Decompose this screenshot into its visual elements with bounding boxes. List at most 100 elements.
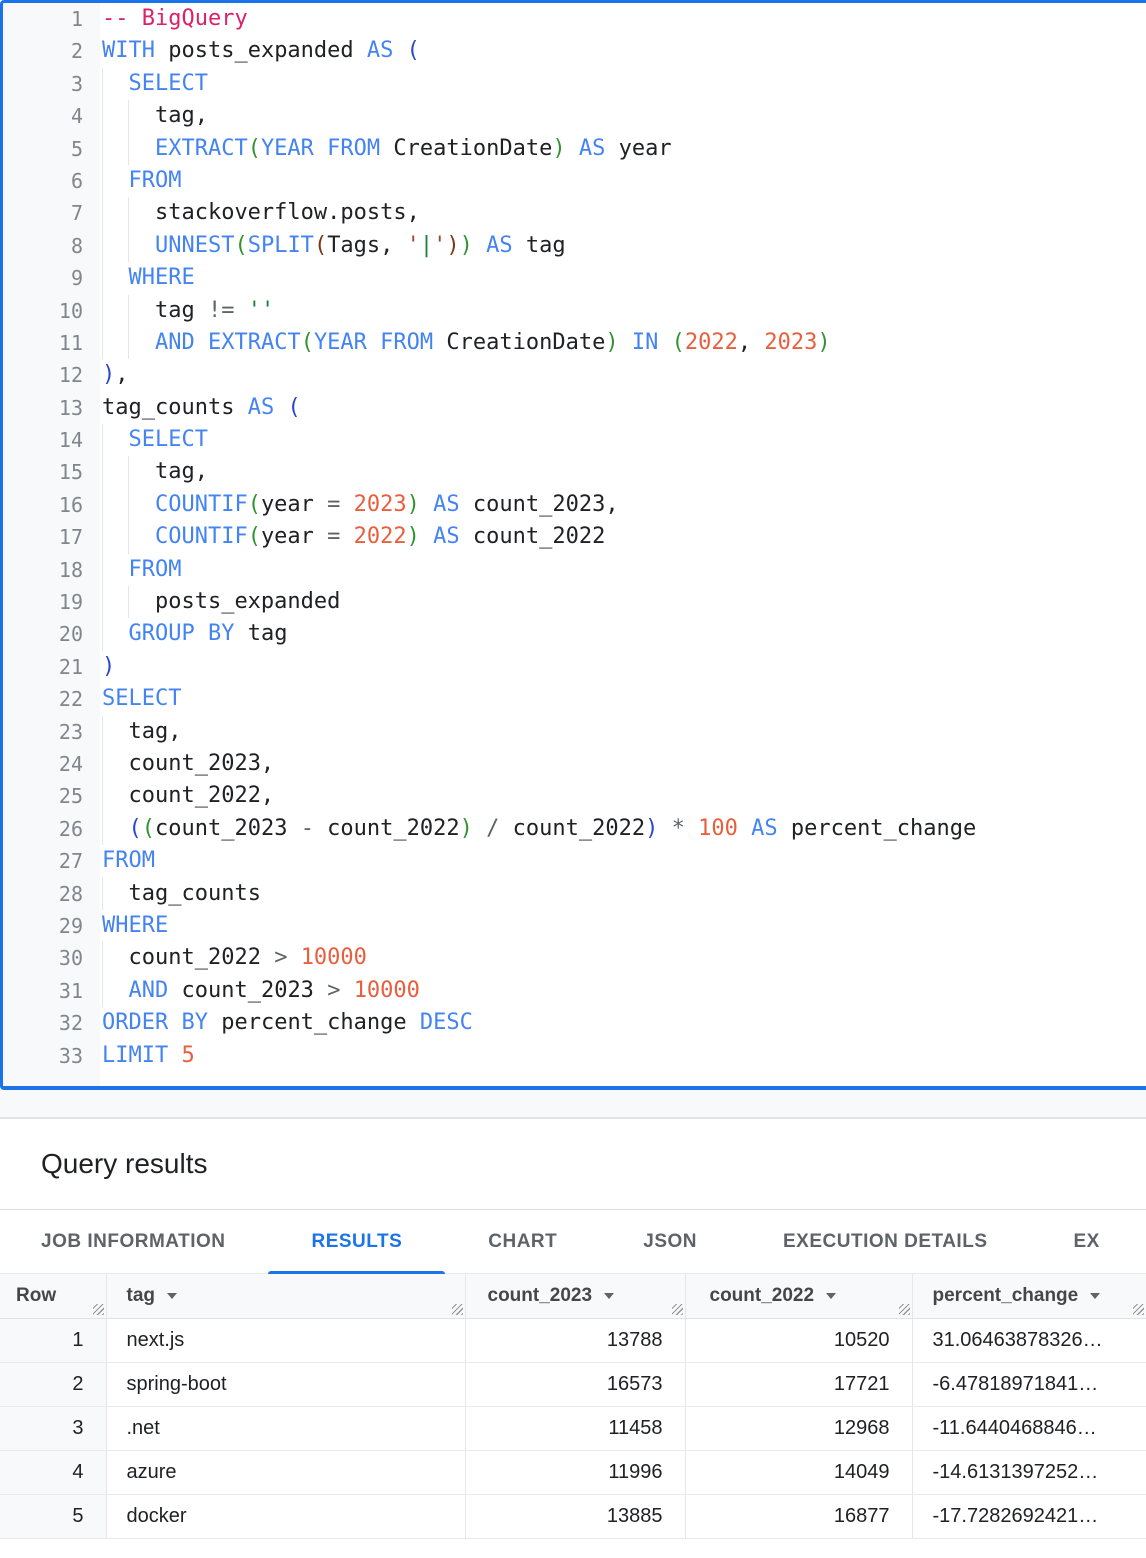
sort-dropdown-icon[interactable] [826,1293,836,1299]
code-line-content: tag_counts [100,878,1146,910]
cell-tag: .net [106,1406,465,1450]
code-line[interactable]: 22 SELECT [3,683,1146,715]
code-token: SELECT [128,71,207,96]
sort-dropdown-icon[interactable] [167,1293,177,1299]
tab-chart[interactable]: CHART [445,1210,600,1273]
line-number: 30 [3,942,100,974]
sql-editor[interactable]: 1 -- BigQuery 2 WITH posts_expanded AS (… [0,0,1146,1090]
tab-ex[interactable]: EX [1031,1210,1143,1273]
code-token: count_2023, [128,751,274,776]
code-line[interactable]: 21 ) [3,651,1146,683]
code-line[interactable]: 4 tag, [3,100,1146,132]
cell-count_2023: 16573 [465,1362,685,1406]
column-resize-handle-icon[interactable] [93,1304,104,1315]
code-line[interactable]: 33 LIMIT 5 [3,1040,1146,1072]
code-token: year [261,492,327,517]
code-line-content: tag != '' [100,295,1146,327]
code-lines: 1 -- BigQuery 2 WITH posts_expanded AS (… [3,3,1146,1072]
code-token: ( [248,492,261,517]
code-line[interactable]: 1 -- BigQuery [3,3,1146,35]
code-token: ( [248,524,261,549]
code-line[interactable]: 20 GROUP BY tag [3,618,1146,650]
sort-dropdown-icon[interactable] [1090,1293,1100,1299]
cell-tag: spring-boot [106,1362,465,1406]
code-line[interactable]: 18 FROM [3,554,1146,586]
column-header-tag[interactable]: tag [106,1274,465,1318]
code-line[interactable]: 17 COUNTIF(year = 2022) AS count_2022 [3,521,1146,553]
code-line[interactable]: 12 ), [3,359,1146,391]
column-header-count_2022[interactable]: count_2022 [685,1274,912,1318]
code-line[interactable]: 31 AND count_2023 > 10000 [3,975,1146,1007]
code-line[interactable]: 14 SELECT [3,424,1146,456]
line-number: 11 [3,327,100,359]
code-token: -- BigQuery [102,6,248,31]
tab-results[interactable]: RESULTS [268,1210,445,1273]
code-line-content: LIMIT 5 [100,1040,1146,1072]
code-line[interactable]: 19 posts_expanded [3,586,1146,618]
tab-json[interactable]: JSON [600,1210,740,1273]
code-line[interactable]: 24 count_2023, [3,748,1146,780]
column-header-percent_change[interactable]: percent_change [912,1274,1146,1318]
cell-percent_change: -17.7282692421… [912,1494,1146,1538]
code-line[interactable]: 3 SELECT [3,68,1146,100]
code-line[interactable]: 26 ((count_2023 - count_2022) / count_20… [3,813,1146,845]
code-line[interactable]: 7 stackoverflow.posts, [3,197,1146,229]
cell-row: 2 [0,1362,106,1406]
code-line[interactable]: 13 tag_counts AS ( [3,392,1146,424]
column-resize-handle-icon[interactable] [672,1304,683,1315]
code-line[interactable]: 32 ORDER BY percent_change DESC [3,1007,1146,1039]
column-header-label: count_2023 [488,1285,593,1306]
code-line-content: WHERE [100,910,1146,942]
column-resize-handle-icon[interactable] [1133,1304,1144,1315]
code-token: - [301,816,314,841]
code-line[interactable]: 15 tag, [3,456,1146,488]
cell-count_2022: 14049 [685,1450,912,1494]
sort-dropdown-icon[interactable] [604,1293,614,1299]
code-token: ( [672,330,685,355]
code-token: FROM [327,136,380,161]
code-token: year [261,524,327,549]
code-line[interactable]: 28 tag_counts [3,878,1146,910]
code-line[interactable]: 8 UNNEST(SPLIT(Tags, '|')) AS tag [3,230,1146,262]
cell-count_2023: 13885 [465,1494,685,1538]
code-line-content: UNNEST(SPLIT(Tags, '|')) AS tag [100,230,1146,262]
column-header-count_2023[interactable]: count_2023 [465,1274,685,1318]
code-line[interactable]: 27 FROM [3,845,1146,877]
column-resize-handle-icon[interactable] [452,1304,463,1315]
query-results-panel: Query results JOB INFORMATION RESULTS CH… [0,1119,1146,1539]
code-line[interactable]: 23 tag, [3,716,1146,748]
line-number: 2 [3,35,100,67]
cell-row: 5 [0,1494,106,1538]
code-line[interactable]: 9 WHERE [3,262,1146,294]
tab-label: CHART [488,1231,557,1252]
code-token: AS [248,395,275,420]
code-line-content: AND EXTRACT(YEAR FROM CreationDate) IN (… [100,327,1146,359]
code-line[interactable]: 11 AND EXTRACT(YEAR FROM CreationDate) I… [3,327,1146,359]
code-line[interactable]: 6 FROM [3,165,1146,197]
tab-job-information[interactable]: JOB INFORMATION [0,1210,268,1273]
tab-label: JSON [643,1231,697,1252]
code-line[interactable]: 25 count_2022, [3,780,1146,812]
cell-tag: docker [106,1494,465,1538]
tab-execution-details[interactable]: EXECUTION DETAILS [740,1210,1031,1273]
code-line[interactable]: 29 WHERE [3,910,1146,942]
code-line[interactable]: 30 count_2022 > 10000 [3,942,1146,974]
code-token [274,395,287,420]
code-token: ) [645,816,658,841]
code-line[interactable]: 10 tag != '' [3,295,1146,327]
line-number: 5 [3,133,100,165]
code-line[interactable]: 2 WITH posts_expanded AS ( [3,35,1146,67]
code-token [168,1043,181,1068]
code-token: ( [287,395,300,420]
column-header-label: count_2022 [710,1285,815,1306]
code-token [420,492,433,517]
code-line[interactable]: 5 EXTRACT(YEAR FROM CreationDate) AS yea… [3,133,1146,165]
code-line[interactable]: 16 COUNTIF(year = 2023) AS count_2023, [3,489,1146,521]
table-row: 5docker1388516877-17.7282692421… [0,1494,1146,1538]
code-token: tag [155,298,208,323]
line-number: 18 [3,554,100,586]
code-token: FROM [380,330,433,355]
cell-count_2022: 12968 [685,1406,912,1450]
line-number: 32 [3,1007,100,1039]
column-resize-handle-icon[interactable] [899,1304,910,1315]
